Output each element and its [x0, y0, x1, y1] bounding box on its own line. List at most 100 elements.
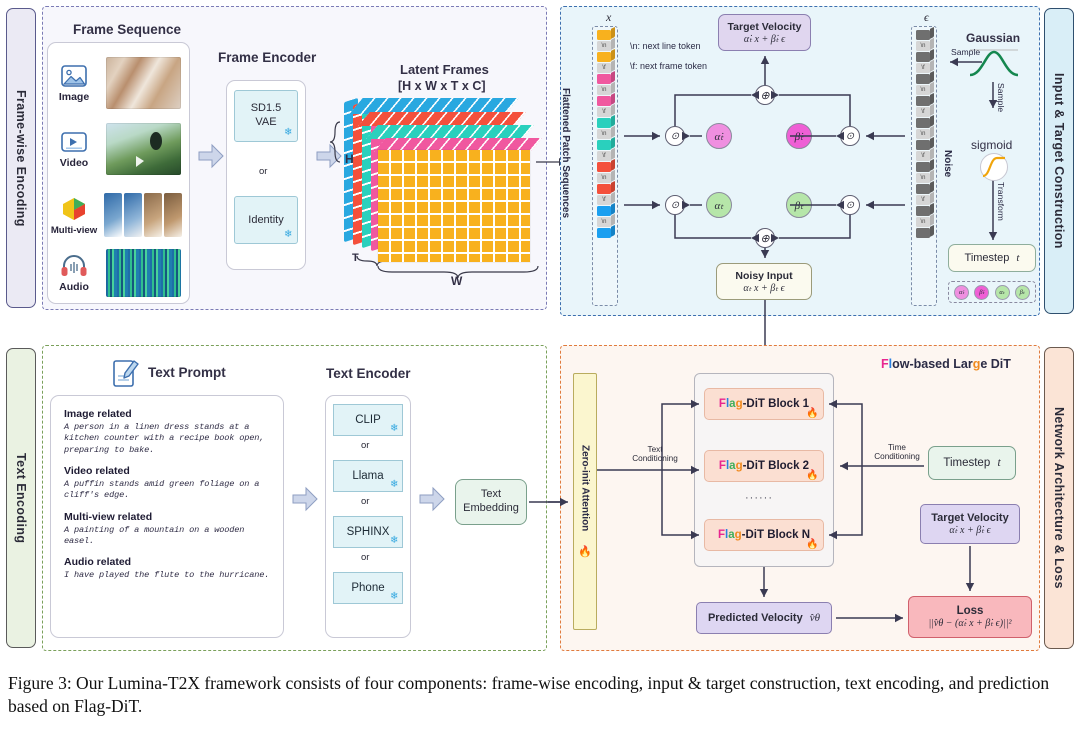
timestep-symbol-panel2: t — [1016, 252, 1020, 264]
add-node-top-symbol: ⊕ — [760, 89, 770, 102]
text-prompt-card: Image related A person in a linen dress … — [50, 395, 284, 638]
text-embedding-line1: Text — [480, 488, 502, 501]
patch-token-column: \n \f \n \f \n \f \n \f \n — [592, 26, 618, 306]
dit-block-2-suffix: -DiT Block 2 — [742, 460, 810, 472]
multiply-node-bl: ⊙ — [665, 195, 685, 215]
snowflake-icon-sphinx: ❄ — [390, 535, 399, 546]
loss-box: Loss ||v̂θ − (α̇ₜ x + β̇ₜ ϵ)||² — [908, 596, 1032, 638]
legend-chip-beta-label: βₜ — [1019, 289, 1025, 296]
sigmoid-title: sigmoid — [971, 138, 1013, 152]
snowflake-icon-phone: ❄ — [390, 591, 399, 602]
image-icon — [61, 65, 87, 87]
latent-axis-h: H — [345, 152, 354, 166]
timestep-box-panel4: Timestep t — [928, 446, 1016, 480]
time-conditioning-label: Time Conditioning — [862, 443, 932, 462]
modality-row-video: Video — [50, 118, 190, 180]
predicted-velocity-title: Predicted Velocity — [707, 612, 803, 624]
noise-symbol-epsilon: ϵ — [924, 10, 929, 24]
coefficient-alpha-dot: α̇ₜ — [706, 123, 732, 149]
target-velocity-formula-top: α̇ₜ x + β̇ₜ ϵ — [743, 33, 786, 45]
legend-chip-alpha-dot-label: α̇ₜ — [959, 289, 965, 296]
video-icon — [61, 132, 87, 152]
prompt-item-multiview: Multi-view related A painting of a mount… — [64, 511, 270, 548]
text-conditioning-line1: Text — [647, 445, 663, 454]
target-velocity-formula-panel4: α̇ₜ x + β̇ₜ ϵ — [949, 525, 991, 536]
encoder-option-identity-line1: Identity — [248, 214, 284, 226]
multiply-node-br: ⊙ — [840, 195, 860, 215]
coefficient-beta-label: βₜ — [794, 199, 804, 212]
legend-chip-alpha-dot: α̇ₜ — [954, 284, 970, 300]
modality-label-audio: Audio — [59, 281, 89, 293]
title-part-f: F — [881, 357, 889, 371]
loss-formula: ||v̂θ − (α̇ₜ x + β̇ₜ ϵ)||² — [928, 618, 1012, 629]
headphones-icon — [61, 255, 87, 276]
time-conditioning-line2: Conditioning — [874, 452, 920, 462]
flame-icon-zero-init: 🔥 — [578, 546, 592, 559]
gaussian-title: Gaussian — [966, 31, 1021, 45]
sidetab-input-target: Input & Target Construction — [1044, 8, 1074, 314]
noisy-input-formula: αₜ x + βₜ ϵ — [743, 282, 785, 294]
sidetab-network-architecture-label: Network Architecture & Loss — [1052, 407, 1066, 589]
video-thumb-play-icon — [136, 132, 162, 167]
timestep-symbol-panel4: t — [997, 457, 1001, 469]
encoder-or-label: or — [259, 166, 268, 177]
legend-chip-beta-dot-label: β̇ₜ — [979, 289, 985, 296]
dit-block-1-f: F — [718, 398, 726, 410]
coefficient-alpha: αₜ — [706, 192, 732, 218]
text-encoder-title: Text Encoder — [326, 366, 411, 381]
latent-frames-cube — [344, 97, 542, 262]
latent-frames-title: Latent Frames — [400, 62, 489, 77]
timestep-label-panel2: Timestep — [964, 252, 1010, 264]
prompt-body-audio: I have played the flute to the hurricane… — [64, 570, 270, 581]
add-node-top: ⊕ — [755, 85, 775, 105]
modality-row-audio: Audio — [50, 244, 190, 302]
noisy-input-box: Noisy Input αₜ x + βₜ ϵ — [716, 263, 812, 300]
latent-frames-subtitle: [H x W x T x C] — [398, 79, 486, 93]
pencil-note-icon — [113, 360, 139, 387]
figure-caption: Figure 3: Our Lumina-T2X framework consi… — [8, 673, 1050, 717]
multiply-node-tr: ⊙ — [840, 126, 860, 146]
predicted-velocity-box: Predicted Velocity v̂θ — [696, 602, 832, 634]
snowflake-icon-llama: ❄ — [390, 479, 399, 490]
coefficient-beta-dot-label: β̇ₜ — [794, 130, 804, 143]
sidetab-text-encoding: Text Encoding — [6, 348, 36, 648]
add-node-bottom: ⊕ — [755, 228, 775, 248]
target-velocity-title-top: Target Velocity — [727, 20, 802, 33]
modality-thumb-audio — [106, 249, 181, 297]
multiply-node-tl-symbol: ⊙ — [670, 130, 680, 142]
prompt-item-audio: Audio related I have played the flute to… — [64, 556, 270, 581]
flame-icon-dit-block-1: 🔥 — [806, 408, 819, 419]
dit-block-n-f: F — [717, 529, 725, 541]
flattened-patch-sequences-label: Flattened Patch Sequences — [560, 88, 571, 219]
coefficient-beta-dot: β̇ₜ — [786, 123, 812, 149]
modality-icon-cell-multiview: Multi-view — [50, 195, 98, 236]
legend-chip-beta-dot: β̇ₜ — [974, 284, 990, 300]
modality-label-video: Video — [59, 157, 89, 169]
transform-label: Transform — [996, 182, 1006, 221]
coefficient-alpha-dot-label: α̇ₜ — [714, 130, 724, 143]
prompt-body-video: A puffin stands amid green foliage on a … — [64, 479, 260, 501]
sidetab-network-architecture: Network Architecture & Loss — [1044, 347, 1074, 649]
noise-token-column: \n \f \n \f \n \f \n \f \n — [911, 26, 937, 306]
sidetab-frame-wise-encoding-label: Frame-wise Encoding — [14, 89, 28, 227]
modality-icon-cell-video: Video — [50, 129, 98, 169]
prompt-body-multiview: A painting of a mountain on a wooden eas… — [64, 524, 245, 547]
frame-encoder-title: Frame Encoder — [218, 50, 317, 65]
text-encoder-option-llama-label: Llama — [352, 470, 384, 482]
title-part-mid: ow-based Lar — [892, 357, 973, 371]
sidetab-input-target-label: Input & Target Construction — [1052, 73, 1066, 249]
predicted-velocity-symbol: v̂θ — [809, 612, 821, 624]
snowflake-icon-identity: ❄ — [284, 229, 293, 240]
multiply-node-tl: ⊙ — [665, 126, 685, 146]
sample-label-to-noise: Sample — [951, 47, 981, 57]
zero-init-attention-label: Zero-init Attention — [579, 444, 591, 532]
encoder-option-sd15vae-line1: SD1.5 — [250, 102, 282, 115]
dit-stack-ellipsis: ······ — [745, 492, 773, 504]
latent-axis-t: T — [352, 252, 359, 264]
target-velocity-box-top: Target Velocity α̇ₜ x + β̇ₜ ϵ — [718, 14, 811, 51]
frame-sequence-title: Frame Sequence — [73, 22, 182, 37]
target-velocity-box-panel4: Target Velocity α̇ₜ x + β̇ₜ ϵ — [920, 504, 1020, 544]
sidetab-text-encoding-label: Text Encoding — [14, 452, 28, 544]
legend-chip-alpha: αₜ — [994, 284, 1010, 300]
latent-axis-w: W — [451, 274, 463, 288]
